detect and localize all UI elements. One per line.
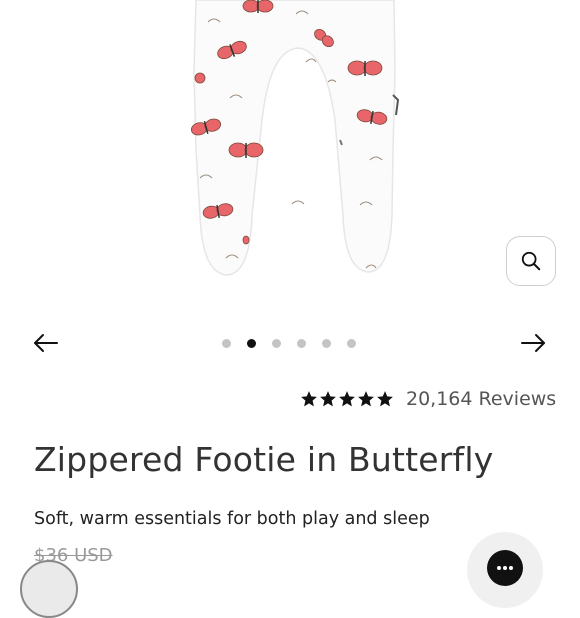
pagination-dot[interactable] — [297, 339, 306, 348]
pagination-dot[interactable] — [222, 339, 231, 348]
chat-button[interactable] — [467, 532, 543, 608]
pagination-dot[interactable] — [272, 339, 281, 348]
star-icon — [339, 391, 355, 407]
previous-image-button[interactable] — [32, 330, 60, 356]
star-icon — [377, 391, 393, 407]
product-rating[interactable]: 20,164 Reviews — [300, 388, 556, 410]
arrow-left-icon — [34, 334, 58, 352]
product-gallery[interactable] — [0, 0, 580, 300]
star-icon — [320, 391, 336, 407]
chat-icon — [487, 550, 523, 586]
star-icon — [358, 391, 374, 407]
accessibility-button[interactable] — [20, 560, 78, 618]
pagination-dot-active[interactable] — [247, 339, 256, 348]
zoom-button[interactable] — [506, 236, 556, 286]
search-icon — [521, 251, 541, 271]
gallery-pagination — [222, 339, 356, 348]
star-rating — [300, 390, 394, 408]
product-title: Zippered Footie in Butterfly — [34, 440, 494, 479]
ellipsis-icon — [497, 566, 513, 570]
pagination-dot[interactable] — [347, 339, 356, 348]
reviews-link[interactable]: 20,164 Reviews — [406, 388, 556, 410]
product-image[interactable] — [0, 0, 580, 300]
arrow-right-icon — [521, 334, 545, 352]
pagination-dot[interactable] — [322, 339, 331, 348]
next-image-button[interactable] — [519, 330, 547, 356]
star-icon — [301, 391, 317, 407]
product-subtitle: Soft, warm essentials for both play and … — [34, 509, 430, 529]
